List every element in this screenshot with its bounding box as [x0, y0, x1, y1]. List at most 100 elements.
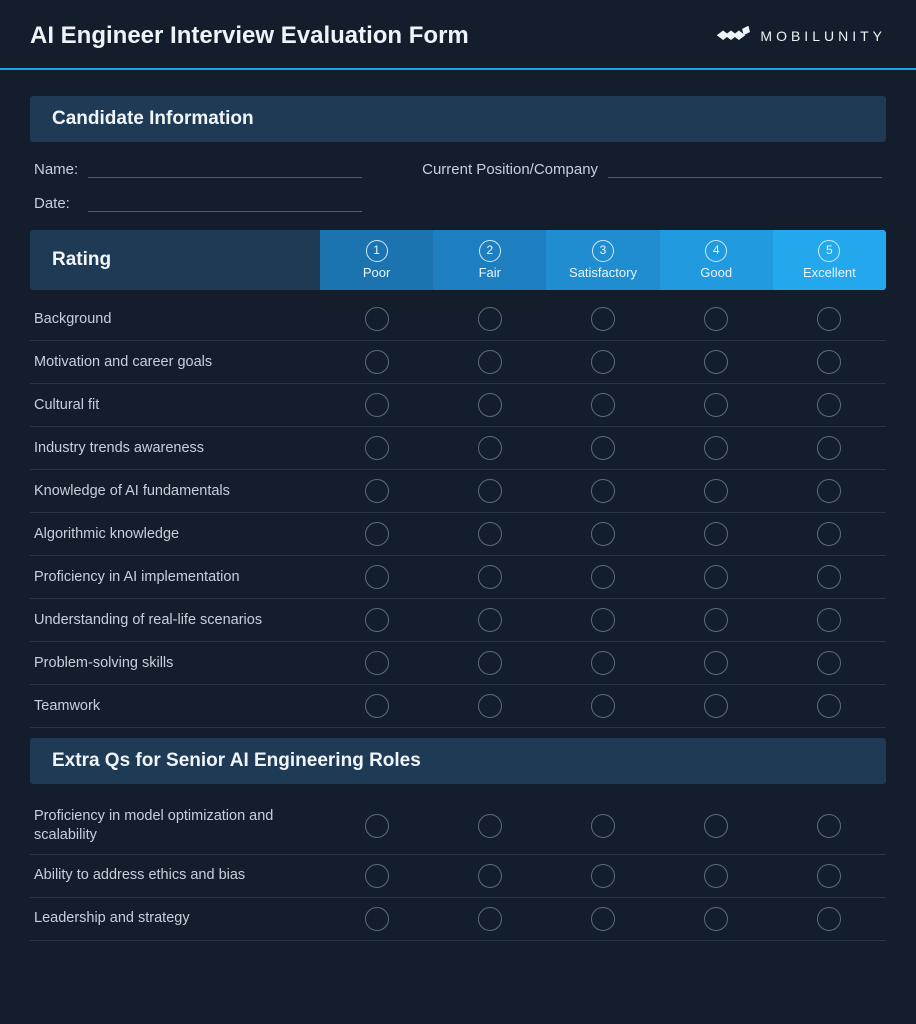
page-header: AI Engineer Interview Evaluation Form MO…	[0, 0, 916, 68]
name-label: Name:	[34, 161, 78, 178]
rating-radio[interactable]	[704, 864, 728, 888]
rating-radio[interactable]	[704, 479, 728, 503]
rating-header-row: Rating 1 Poor 2 Fair 3 Satisfactory 4 Go…	[30, 230, 886, 290]
rating-radio[interactable]	[704, 565, 728, 589]
rating-radio[interactable]	[591, 565, 615, 589]
criteria-label: Background	[30, 310, 320, 329]
criteria-row: Motivation and career goals	[30, 341, 886, 384]
rating-radio[interactable]	[591, 814, 615, 838]
rating-radio[interactable]	[478, 436, 502, 460]
rating-radio[interactable]	[817, 393, 841, 417]
rating-radio[interactable]	[817, 436, 841, 460]
criteria-label: Teamwork	[30, 697, 320, 716]
scale-col-2: 2 Fair	[433, 230, 546, 290]
page-title: AI Engineer Interview Evaluation Form	[30, 22, 469, 50]
criteria-label: Algorithmic knowledge	[30, 525, 320, 544]
rating-radio[interactable]	[478, 479, 502, 503]
rating-radio[interactable]	[478, 694, 502, 718]
rating-radio[interactable]	[365, 350, 389, 374]
name-input[interactable]	[88, 156, 362, 178]
rating-radio[interactable]	[591, 307, 615, 331]
rating-radio[interactable]	[365, 694, 389, 718]
whale-icon	[712, 24, 750, 48]
rating-radio[interactable]	[704, 522, 728, 546]
rating-radio[interactable]	[365, 436, 389, 460]
criteria-row: Knowledge of AI fundamentals	[30, 470, 886, 513]
criteria-row: Leadership and strategy	[30, 898, 886, 941]
rating-radio[interactable]	[365, 814, 389, 838]
rating-radio[interactable]	[817, 608, 841, 632]
rating-radio[interactable]	[591, 393, 615, 417]
rating-radio[interactable]	[478, 307, 502, 331]
rating-radio[interactable]	[817, 907, 841, 931]
date-input[interactable]	[88, 190, 362, 212]
scale-col-3: 3 Satisfactory	[546, 230, 659, 290]
rating-radio[interactable]	[704, 907, 728, 931]
rating-radio[interactable]	[478, 565, 502, 589]
section-senior: Extra Qs for Senior AI Engineering Roles	[30, 738, 886, 784]
rating-radio[interactable]	[365, 651, 389, 675]
rating-radio[interactable]	[591, 522, 615, 546]
rating-radio[interactable]	[704, 694, 728, 718]
rating-radio[interactable]	[365, 565, 389, 589]
scale-col-5: 5 Excellent	[773, 230, 886, 290]
rating-radio[interactable]	[591, 436, 615, 460]
criteria-row: Algorithmic knowledge	[30, 513, 886, 556]
rating-radio[interactable]	[591, 479, 615, 503]
rating-radio[interactable]	[817, 350, 841, 374]
rating-radio[interactable]	[704, 651, 728, 675]
brand-name: MOBILUNITY	[760, 28, 886, 44]
rating-radio[interactable]	[478, 907, 502, 931]
rating-radio[interactable]	[365, 864, 389, 888]
rating-radio[interactable]	[365, 307, 389, 331]
rating-radio[interactable]	[591, 608, 615, 632]
rating-radio[interactable]	[478, 864, 502, 888]
rating-radio[interactable]	[817, 651, 841, 675]
rating-radio[interactable]	[591, 907, 615, 931]
criteria-label: Proficiency in AI implementation	[30, 568, 320, 587]
rating-radio[interactable]	[365, 479, 389, 503]
criteria-label: Cultural fit	[30, 396, 320, 415]
rating-radio[interactable]	[817, 864, 841, 888]
rating-radio[interactable]	[817, 814, 841, 838]
rating-radio[interactable]	[817, 479, 841, 503]
rating-radio[interactable]	[478, 350, 502, 374]
rating-radio[interactable]	[704, 350, 728, 374]
rating-radio[interactable]	[591, 350, 615, 374]
criteria-label: Understanding of real-life scenarios	[30, 611, 320, 630]
rating-radio[interactable]	[817, 307, 841, 331]
criteria-row: Problem-solving skills	[30, 642, 886, 685]
position-input[interactable]	[608, 156, 882, 178]
scale-col-1: 1 Poor	[320, 230, 433, 290]
criteria-label: Motivation and career goals	[30, 353, 320, 372]
criteria-label: Problem-solving skills	[30, 654, 320, 673]
rating-radio[interactable]	[591, 651, 615, 675]
section-candidate-info: Candidate Information	[30, 96, 886, 142]
rating-radio[interactable]	[478, 393, 502, 417]
date-label: Date:	[34, 195, 78, 212]
criteria-row: Ability to address ethics and bias	[30, 855, 886, 898]
rating-radio[interactable]	[704, 307, 728, 331]
criteria-label: Leadership and strategy	[30, 909, 320, 928]
criteria-row: Proficiency in model optimization and sc…	[30, 798, 886, 855]
rating-radio[interactable]	[704, 436, 728, 460]
rating-radio[interactable]	[591, 864, 615, 888]
rating-radio[interactable]	[365, 608, 389, 632]
rating-radio[interactable]	[478, 814, 502, 838]
rating-radio[interactable]	[817, 694, 841, 718]
rating-radio[interactable]	[365, 393, 389, 417]
rating-radio[interactable]	[817, 565, 841, 589]
scale-col-4: 4 Good	[660, 230, 773, 290]
rating-radio[interactable]	[591, 694, 615, 718]
position-label: Current Position/Company	[422, 161, 598, 178]
rating-radio[interactable]	[478, 651, 502, 675]
rating-radio[interactable]	[704, 814, 728, 838]
rating-radio[interactable]	[365, 907, 389, 931]
rating-radio[interactable]	[704, 393, 728, 417]
criteria-row: Teamwork	[30, 685, 886, 728]
rating-radio[interactable]	[478, 608, 502, 632]
rating-radio[interactable]	[478, 522, 502, 546]
rating-radio[interactable]	[817, 522, 841, 546]
rating-radio[interactable]	[704, 608, 728, 632]
rating-radio[interactable]	[365, 522, 389, 546]
